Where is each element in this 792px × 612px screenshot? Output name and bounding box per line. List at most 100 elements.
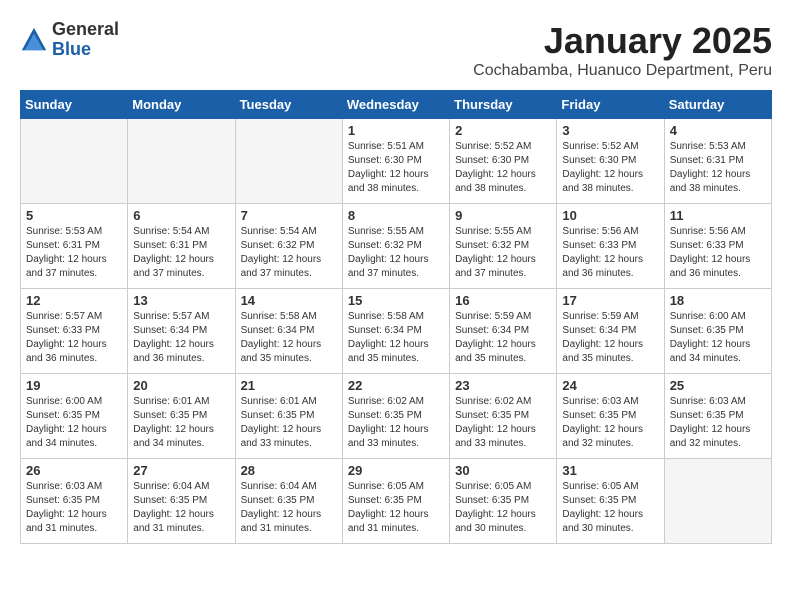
calendar-cell: 9 Sunrise: 5:55 AM Sunset: 6:32 PM Daylig… [450,204,557,289]
calendar-cell: 17 Sunrise: 5:59 AM Sunset: 6:34 PM Dayli… [557,289,664,374]
calendar-cell: 31 Sunrise: 6:05 AM Sunset: 6:35 PM Dayli… [557,459,664,544]
calendar-body: 1 Sunrise: 5:51 AM Sunset: 6:30 PM Daylig… [21,119,772,544]
day-info: Sunrise: 6:05 AM Sunset: 6:35 PM Dayligh… [562,480,658,536]
day-info: Sunrise: 6:00 AM Sunset: 6:35 PM Dayligh… [670,310,766,366]
day-number: 17 [562,293,658,308]
calendar-cell: 28 Sunrise: 6:04 AM Sunset: 6:35 PM Dayli… [235,459,342,544]
day-number: 29 [348,463,444,478]
day-info: Sunrise: 5:56 AM Sunset: 6:33 PM Dayligh… [670,225,766,281]
calendar-title: January 2025 [473,20,772,62]
day-number: 8 [348,208,444,223]
week-row-1: 5Sunrise: 5:53 AM Sunset: 6:31 PM Daylig… [21,204,772,289]
day-info: Sunrise: 6:01 AM Sunset: 6:35 PM Dayligh… [241,395,337,451]
day-number: 26 [26,463,122,478]
calendar-cell: 18 Sunrise: 6:00 AM Sunset: 6:35 PM Dayli… [664,289,771,374]
calendar-cell [21,119,128,204]
day-number: 7 [241,208,337,223]
day-info: Sunrise: 6:00 AM Sunset: 6:35 PM Dayligh… [26,395,122,451]
day-number: 22 [348,378,444,393]
day-info: Sunrise: 6:05 AM Sunset: 6:35 PM Dayligh… [455,480,551,536]
calendar-cell: 14 Sunrise: 5:58 AM Sunset: 6:34 PM Dayli… [235,289,342,374]
day-number: 28 [241,463,337,478]
weekday-header-sunday: Sunday [21,91,128,119]
calendar-cell: 21 Sunrise: 6:01 AM Sunset: 6:35 PM Dayli… [235,374,342,459]
day-number: 21 [241,378,337,393]
logo-blue: Blue [52,40,119,60]
day-info: Sunrise: 5:59 AM Sunset: 6:34 PM Dayligh… [562,310,658,366]
day-info: Sunrise: 6:02 AM Sunset: 6:35 PM Dayligh… [455,395,551,451]
calendar-table: SundayMondayTuesdayWednesdayThursdayFrid… [20,90,772,544]
logo: General Blue [20,20,119,60]
day-number: 24 [562,378,658,393]
calendar-cell: 23 Sunrise: 6:02 AM Sunset: 6:35 PM Dayli… [450,374,557,459]
day-number: 18 [670,293,766,308]
day-info: Sunrise: 6:03 AM Sunset: 6:35 PM Dayligh… [562,395,658,451]
logo-icon [20,26,48,54]
calendar-cell: 15Sunrise: 5:58 AM Sunset: 6:34 PM Dayli… [342,289,449,374]
day-info: Sunrise: 6:04 AM Sunset: 6:35 PM Dayligh… [241,480,337,536]
day-number: 14 [241,293,337,308]
calendar-cell: 19Sunrise: 6:00 AM Sunset: 6:35 PM Dayli… [21,374,128,459]
day-info: Sunrise: 5:51 AM Sunset: 6:30 PM Dayligh… [348,140,444,196]
week-row-0: 1 Sunrise: 5:51 AM Sunset: 6:30 PM Daylig… [21,119,772,204]
day-info: Sunrise: 5:52 AM Sunset: 6:30 PM Dayligh… [562,140,658,196]
week-row-4: 26Sunrise: 6:03 AM Sunset: 6:35 PM Dayli… [21,459,772,544]
day-info: Sunrise: 5:54 AM Sunset: 6:32 PM Dayligh… [241,225,337,281]
calendar-cell: 2 Sunrise: 5:52 AM Sunset: 6:30 PM Daylig… [450,119,557,204]
day-number: 30 [455,463,551,478]
calendar-cell: 5Sunrise: 5:53 AM Sunset: 6:31 PM Daylig… [21,204,128,289]
calendar-cell [235,119,342,204]
day-number: 12 [26,293,122,308]
day-info: Sunrise: 5:56 AM Sunset: 6:33 PM Dayligh… [562,225,658,281]
day-info: Sunrise: 5:52 AM Sunset: 6:30 PM Dayligh… [455,140,551,196]
calendar-cell: 11Sunrise: 5:56 AM Sunset: 6:33 PM Dayli… [664,204,771,289]
day-info: Sunrise: 5:59 AM Sunset: 6:34 PM Dayligh… [455,310,551,366]
calendar-cell: 27 Sunrise: 6:04 AM Sunset: 6:35 PM Dayli… [128,459,235,544]
day-info: Sunrise: 5:58 AM Sunset: 6:34 PM Dayligh… [241,310,337,366]
day-number: 23 [455,378,551,393]
weekday-header-wednesday: Wednesday [342,91,449,119]
calendar-cell: 26Sunrise: 6:03 AM Sunset: 6:35 PM Dayli… [21,459,128,544]
calendar-cell: 30 Sunrise: 6:05 AM Sunset: 6:35 PM Dayli… [450,459,557,544]
day-number: 5 [26,208,122,223]
calendar-cell: 24 Sunrise: 6:03 AM Sunset: 6:35 PM Dayli… [557,374,664,459]
day-info: Sunrise: 5:57 AM Sunset: 6:34 PM Dayligh… [133,310,229,366]
day-info: Sunrise: 5:55 AM Sunset: 6:32 PM Dayligh… [455,225,551,281]
calendar-header: SundayMondayTuesdayWednesdayThursdayFrid… [21,91,772,119]
day-info: Sunrise: 5:54 AM Sunset: 6:31 PM Dayligh… [133,225,229,281]
day-number: 9 [455,208,551,223]
day-number: 4 [670,123,766,138]
calendar-cell: 12 Sunrise: 5:57 AM Sunset: 6:33 PM Dayli… [21,289,128,374]
weekday-header-thursday: Thursday [450,91,557,119]
weekday-header-tuesday: Tuesday [235,91,342,119]
day-number: 10 [562,208,658,223]
logo-general: General [52,20,119,40]
calendar-cell: 1 Sunrise: 5:51 AM Sunset: 6:30 PM Daylig… [342,119,449,204]
day-info: Sunrise: 6:01 AM Sunset: 6:35 PM Dayligh… [133,395,229,451]
calendar-cell: 4 Sunrise: 5:53 AM Sunset: 6:31 PM Daylig… [664,119,771,204]
day-number: 1 [348,123,444,138]
day-number: 15 [348,293,444,308]
week-row-3: 19Sunrise: 6:00 AM Sunset: 6:35 PM Dayli… [21,374,772,459]
calendar-cell: 8Sunrise: 5:55 AM Sunset: 6:32 PM Daylig… [342,204,449,289]
day-number: 2 [455,123,551,138]
day-number: 6 [133,208,229,223]
day-number: 3 [562,123,658,138]
day-info: Sunrise: 6:04 AM Sunset: 6:35 PM Dayligh… [133,480,229,536]
day-info: Sunrise: 5:57 AM Sunset: 6:33 PM Dayligh… [26,310,122,366]
day-info: Sunrise: 6:02 AM Sunset: 6:35 PM Dayligh… [348,395,444,451]
calendar-cell: 6 Sunrise: 5:54 AM Sunset: 6:31 PM Daylig… [128,204,235,289]
day-info: Sunrise: 5:53 AM Sunset: 6:31 PM Dayligh… [670,140,766,196]
weekday-header-saturday: Saturday [664,91,771,119]
day-number: 16 [455,293,551,308]
calendar-cell: 20 Sunrise: 6:01 AM Sunset: 6:35 PM Dayli… [128,374,235,459]
day-info: Sunrise: 6:05 AM Sunset: 6:35 PM Dayligh… [348,480,444,536]
weekday-header-friday: Friday [557,91,664,119]
day-number: 31 [562,463,658,478]
calendar-cell: 16 Sunrise: 5:59 AM Sunset: 6:34 PM Dayli… [450,289,557,374]
day-number: 27 [133,463,229,478]
day-number: 25 [670,378,766,393]
weekday-header-monday: Monday [128,91,235,119]
day-number: 20 [133,378,229,393]
calendar-cell [128,119,235,204]
